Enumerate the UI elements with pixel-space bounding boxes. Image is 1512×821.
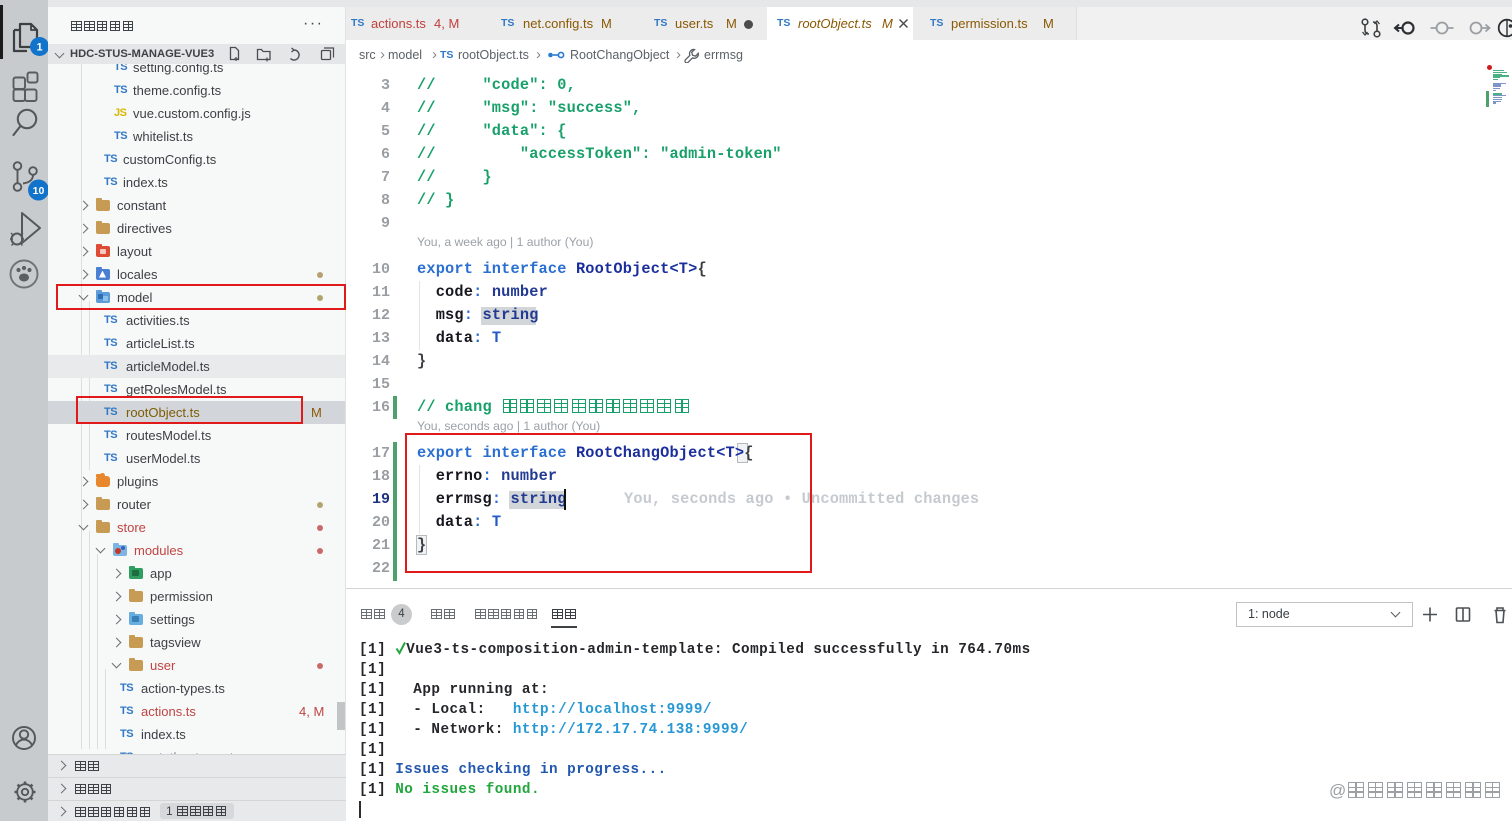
svg-text:1: 1 (36, 42, 42, 54)
svg-text:10: 10 (33, 185, 45, 197)
